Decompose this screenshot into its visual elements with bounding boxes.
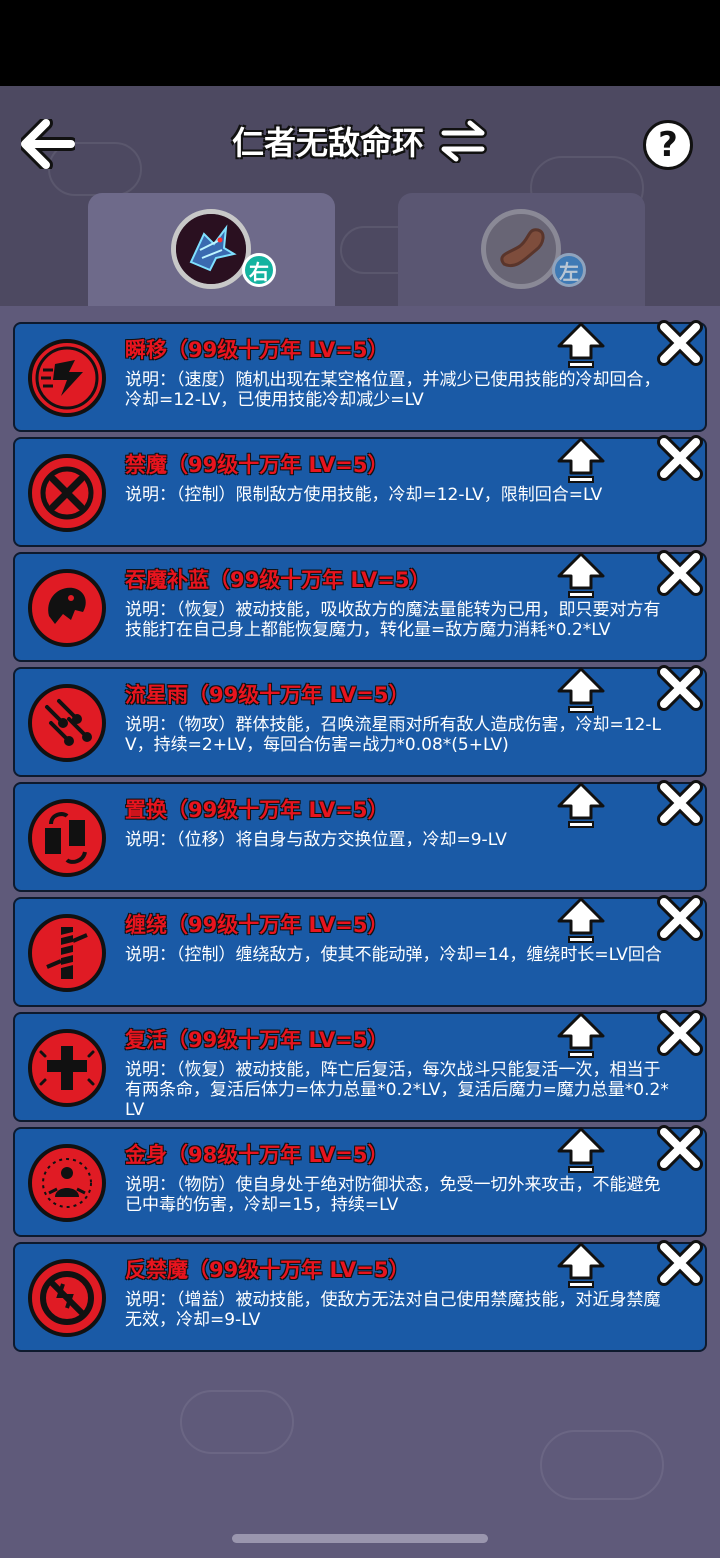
upgrade-arrow-icon[interactable] (555, 665, 607, 717)
skill-description: 说明：（增益）被动技能，使敌方无法对自己使用禁魔技能，对近身禁魔无效，冷却=9-… (125, 1290, 661, 1330)
tab-right[interactable]: 右 (88, 193, 335, 306)
status-bar (0, 0, 720, 86)
skill-name: 复活（99级十万年 LV=5） (125, 1028, 389, 1052)
skill-name: 金身（98级十万年 LV=5） (125, 1143, 389, 1167)
page-title: 仁者无敌命环 (231, 124, 424, 162)
skill-description: 说明：（恢复）被动技能，阵亡后复活，每次战斗只能复活一次，相当于有两条命，复活后… (125, 1060, 669, 1120)
anti-silence-icon (28, 1259, 106, 1337)
teleport-icon (28, 339, 106, 417)
skill-description: 说明：（位移）将自身与敌方交换位置，冷却=9-LV (125, 830, 507, 850)
bone-icon (500, 228, 545, 267)
skill-card: 置换（99级十万年 LV=5） 说明：（位移）将自身与敌方交换位置，冷却=9-L… (13, 780, 707, 892)
close-icon[interactable] (655, 1238, 705, 1288)
cloud-decoration (180, 1390, 294, 1454)
skill-name: 置换（99级十万年 LV=5） (125, 798, 389, 822)
skill-name: 禁魔（99级十万年 LV=5） (125, 453, 389, 477)
skill-description: 说明：（控制）限制敌方使用技能，冷却=12-LV，限制回合=LV (125, 485, 603, 505)
skill-name: 瞬移（99级十万年 LV=5） (125, 338, 389, 362)
close-icon[interactable] (655, 893, 705, 943)
entangle-icon (28, 914, 106, 992)
upgrade-arrow-icon[interactable] (555, 1010, 607, 1062)
skill-card: 金身（98级十万年 LV=5） 说明：（物防）使自身处于绝对防御状态，免受一切外… (13, 1125, 707, 1237)
upgrade-arrow-icon[interactable] (555, 320, 607, 372)
skill-name: 缠绕（99级十万年 LV=5） (125, 913, 389, 937)
avatar (481, 209, 561, 289)
help-button[interactable]: ? (643, 120, 693, 170)
skill-card: 缠绕（99级十万年 LV=5） 说明：（控制）缠绕敌方，使其不能动弹，冷却=14… (13, 895, 707, 1007)
side-badge-right: 右 (242, 253, 276, 287)
skill-card: 复活（99级十万年 LV=5） 说明：（恢复）被动技能，阵亡后复活，每次战斗只能… (13, 1010, 707, 1122)
upgrade-arrow-icon[interactable] (555, 1125, 607, 1177)
close-icon[interactable] (655, 778, 705, 828)
skill-name: 流星雨（99级十万年 LV=5） (125, 683, 410, 707)
close-icon[interactable] (655, 318, 705, 368)
upgrade-arrow-icon[interactable] (555, 550, 607, 602)
tab-left[interactable]: 左 (398, 193, 645, 306)
skill-description: 说明：（恢复）被动技能，吸收敌方的魔法量能转为已用，即只要对方有技能打在自己身上… (125, 600, 661, 640)
golden-body-icon (28, 1144, 106, 1222)
skill-card: 反禁魔（99级十万年 LV=5） 说明：（增益）被动技能，使敌方无法对自己使用禁… (13, 1240, 707, 1352)
dragon-icon (176, 214, 246, 284)
avatar (171, 209, 251, 289)
upgrade-arrow-icon[interactable] (555, 895, 607, 947)
close-icon[interactable] (655, 1123, 705, 1173)
silence-icon (28, 454, 106, 532)
skill-card: 禁魔（99级十万年 LV=5） 说明：（控制）限制敌方使用技能，冷却=12-LV… (13, 435, 707, 547)
close-icon[interactable] (655, 433, 705, 483)
skill-description: 说明：（控制）缠绕敌方，使其不能动弹，冷却=14，缠绕时长=LV回合 (125, 945, 662, 965)
close-icon[interactable] (655, 548, 705, 598)
upgrade-arrow-icon[interactable] (555, 780, 607, 832)
skill-card: 流星雨（99级十万年 LV=5） 说明：（物攻）群体技能，召唤流星雨对所有敌人造… (13, 665, 707, 777)
skill-description: 说明：（速度）随机出现在某空格位置，并减少已使用技能的冷却回合，冷却=12-LV… (125, 370, 661, 410)
upgrade-arrow-icon[interactable] (555, 1240, 607, 1292)
skill-description: 说明：（物防）使自身处于绝对防御状态，免受一切外来攻击，不能避免已中毒的伤害，冷… (125, 1175, 661, 1215)
upgrade-arrow-icon[interactable] (555, 435, 607, 487)
close-icon[interactable] (655, 1008, 705, 1058)
side-badge-left: 左 (552, 253, 586, 287)
skill-name: 吞魔补蓝（99级十万年 LV=5） (125, 568, 431, 592)
swap-icon[interactable] (438, 119, 488, 163)
skill-card: 吞魔补蓝（99级十万年 LV=5） 说明：（恢复）被动技能，吸收敌方的魔法量能转… (13, 550, 707, 662)
skill-card: 瞬移（99级十万年 LV=5） 说明：（速度）随机出现在某空格位置，并减少已使用… (13, 320, 707, 432)
swap-position-icon (28, 799, 106, 877)
revive-icon (28, 1029, 106, 1107)
mana-devour-icon (28, 569, 106, 647)
meteor-shower-icon (28, 684, 106, 762)
home-indicator[interactable] (232, 1534, 488, 1543)
close-icon[interactable] (655, 663, 705, 713)
cloud-decoration (540, 1430, 664, 1500)
skill-name: 反禁魔（99级十万年 LV=5） (125, 1258, 410, 1282)
skill-description: 说明：（物攻）群体技能，召唤流星雨对所有敌人造成伤害，冷却=12-LV，持续=2… (125, 715, 661, 755)
